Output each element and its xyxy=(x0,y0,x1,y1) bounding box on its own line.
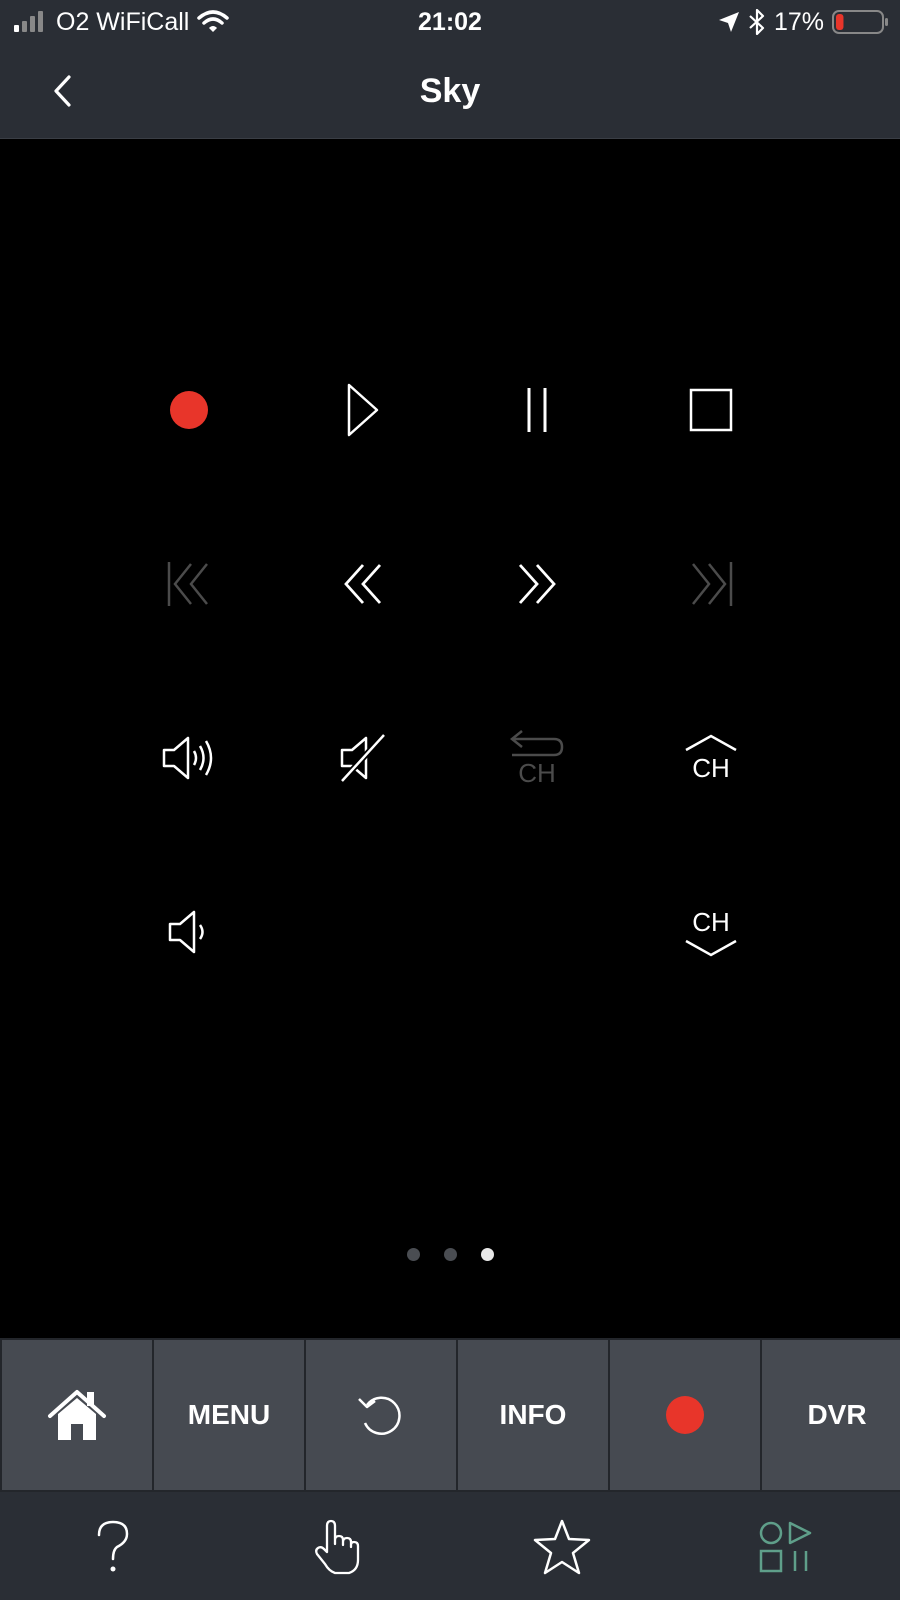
gesture-icon xyxy=(315,1519,360,1575)
home-icon xyxy=(48,1390,106,1440)
stop-icon xyxy=(689,388,733,432)
status-right: 17% xyxy=(718,0,890,44)
record-quick-button[interactable] xyxy=(610,1340,760,1490)
rewind-button[interactable] xyxy=(303,524,423,644)
play-icon xyxy=(347,383,379,437)
status-bar: O2 WiFiCall 21:02 17% xyxy=(0,0,900,44)
tab-shapes[interactable] xyxy=(752,1512,822,1582)
skip-back-icon xyxy=(167,562,208,606)
page-dot-2[interactable] xyxy=(443,1248,457,1261)
fast-forward-button[interactable] xyxy=(477,524,597,644)
channel-down-label: CH xyxy=(692,906,730,937)
bluetooth-icon xyxy=(749,9,765,35)
record-button[interactable] xyxy=(129,350,249,470)
skip-back-button[interactable] xyxy=(129,524,249,644)
channel-down-button[interactable]: CH xyxy=(651,872,771,992)
record-icon xyxy=(170,391,208,429)
tab-favorites[interactable] xyxy=(527,1512,597,1582)
menu-button[interactable]: MENU xyxy=(154,1340,304,1490)
channel-return-label: CH xyxy=(518,757,556,788)
page-dot-1[interactable] xyxy=(406,1248,420,1261)
record-icon xyxy=(666,1396,704,1434)
home-button[interactable] xyxy=(2,1340,152,1490)
shapes-icon xyxy=(759,1521,812,1573)
page-indicator xyxy=(0,1248,900,1268)
rewind-icon xyxy=(344,564,382,604)
back-quick-button[interactable] xyxy=(306,1340,456,1490)
channel-up-label: CH xyxy=(692,752,730,783)
battery-percent: 17% xyxy=(773,7,824,36)
volume-up-icon xyxy=(162,736,213,780)
mute-icon xyxy=(339,732,387,784)
battery-icon xyxy=(832,10,888,34)
pause-button[interactable] xyxy=(477,350,597,470)
favorites-icon xyxy=(533,1519,591,1575)
channel-up-icon xyxy=(685,734,737,751)
tab-gesture[interactable] xyxy=(302,1512,372,1582)
tab-help[interactable] xyxy=(78,1512,148,1582)
undo-icon xyxy=(358,1396,401,1435)
pause-icon xyxy=(527,388,547,432)
volume-down-button[interactable] xyxy=(129,872,249,992)
channel-up-button[interactable]: CH xyxy=(651,698,771,818)
location-icon xyxy=(718,12,739,32)
stop-button[interactable] xyxy=(651,350,771,470)
channel-down-icon xyxy=(685,939,737,956)
help-icon xyxy=(97,1520,129,1572)
mute-button[interactable] xyxy=(303,698,423,818)
dvr-button[interactable]: DVR xyxy=(762,1340,900,1490)
volume-down-icon xyxy=(168,910,204,954)
quick-button-bar: MENU INFO DVR xyxy=(0,1338,900,1492)
page-title: Sky xyxy=(419,72,481,110)
channel-return-icon xyxy=(509,729,564,756)
play-button[interactable] xyxy=(303,350,423,470)
volume-up-button[interactable] xyxy=(129,698,249,818)
skip-forward-button[interactable] xyxy=(651,524,771,644)
channel-return-button[interactable]: CH xyxy=(477,698,597,818)
skip-forward-icon xyxy=(692,562,733,606)
remote-control-panel: CH CH CH xyxy=(0,138,900,1338)
nav-bar: Sky xyxy=(0,44,900,139)
fast-forward-icon xyxy=(518,564,556,604)
info-button[interactable]: INFO xyxy=(458,1340,608,1490)
bottom-tab-bar xyxy=(0,1492,900,1600)
page-dot-3[interactable] xyxy=(480,1248,494,1261)
